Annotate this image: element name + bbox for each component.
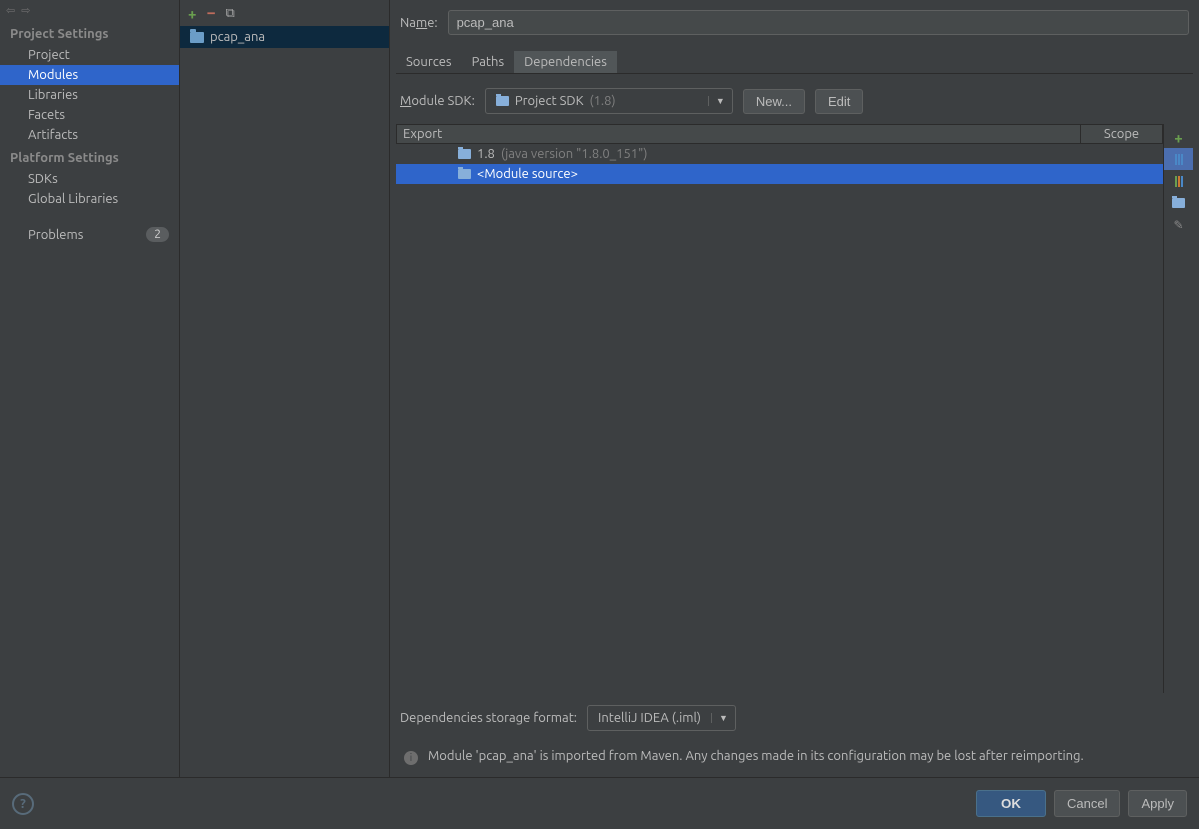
tab-sources[interactable]: Sources: [396, 51, 462, 73]
table-row[interactable]: <Module source>: [396, 164, 1163, 184]
sidebar-item-libraries[interactable]: Libraries: [0, 85, 179, 105]
side-buttons: + ✎: [1163, 124, 1193, 693]
chevron-down-icon: ▼: [711, 713, 735, 723]
apply-button[interactable]: Apply: [1128, 790, 1187, 817]
storage-row: Dependencies storage format: IntelliJ ID…: [396, 693, 1193, 743]
side-tool-3[interactable]: [1164, 192, 1193, 214]
remove-module-icon[interactable]: −: [206, 4, 215, 22]
detail-panel: Name: Sources Paths Dependencies Module …: [390, 0, 1199, 777]
platform-settings-header: Platform Settings: [0, 145, 179, 169]
table-row[interactable]: 1.8 (java version "1.8.0_151"): [396, 144, 1163, 164]
nav-arrows: ⇦ ⇨: [0, 0, 179, 21]
problems-label: Problems: [28, 228, 83, 242]
table-header: Export Scope: [396, 124, 1163, 144]
module-item-pcap-ana[interactable]: pcap_ana: [180, 26, 389, 48]
module-folder-icon: [190, 32, 204, 43]
sidebar-left: ⇦ ⇨ Project Settings Project Modules Lib…: [0, 0, 180, 777]
tab-dependencies[interactable]: Dependencies: [514, 51, 617, 73]
edit-dependency-button[interactable]: ✎: [1164, 214, 1193, 236]
module-item-label: pcap_ana: [210, 30, 265, 44]
side-tool-2[interactable]: [1164, 170, 1193, 192]
dependencies-table: Export Scope 1.8 (java version "1.8.0_15…: [396, 124, 1163, 693]
sdk-row: Module SDK: Project SDK (1.8) ▼ New... E…: [396, 74, 1193, 124]
sidebar-item-project[interactable]: Project: [0, 45, 179, 65]
info-icon: i: [404, 751, 418, 765]
info-text: Module 'pcap_ana' is imported from Maven…: [428, 747, 1084, 765]
new-sdk-button[interactable]: New...: [743, 89, 805, 114]
sdk-row-icon: [458, 149, 471, 159]
project-settings-header: Project Settings: [0, 21, 179, 45]
sidebar-item-modules[interactable]: Modules: [0, 65, 179, 85]
cancel-button[interactable]: Cancel: [1054, 790, 1120, 817]
module-source-icon: [458, 169, 471, 179]
module-sdk-combo[interactable]: Project SDK (1.8) ▼: [485, 88, 733, 114]
add-dependency-button[interactable]: +: [1164, 126, 1193, 148]
tab-paths[interactable]: Paths: [462, 51, 515, 73]
module-toolbar: + − ⧉: [180, 0, 389, 26]
nav-back-icon[interactable]: ⇦: [6, 4, 15, 17]
dep-name: 1.8: [477, 147, 495, 161]
col-scope-header[interactable]: Scope: [1081, 125, 1162, 143]
sidebar-item-sdks[interactable]: SDKs: [0, 169, 179, 189]
storage-label: Dependencies storage format:: [400, 711, 577, 725]
sdk-version: (1.8): [590, 94, 616, 108]
dependencies-area: Export Scope 1.8 (java version "1.8.0_15…: [396, 124, 1193, 693]
bottom-buttons: OK Cancel Apply: [976, 790, 1187, 817]
table-body: 1.8 (java version "1.8.0_151") <Module s…: [396, 144, 1163, 693]
sdk-folder-icon: [496, 96, 509, 106]
name-label: Name:: [400, 16, 438, 30]
col-export-header[interactable]: Export: [397, 125, 1081, 143]
sidebar-item-global-libraries[interactable]: Global Libraries: [0, 189, 179, 209]
ok-button[interactable]: OK: [976, 790, 1046, 817]
nav-forward-icon[interactable]: ⇨: [21, 4, 30, 17]
bottom-bar: ? OK Cancel Apply: [0, 777, 1199, 829]
module-list: + − ⧉ pcap_ana: [180, 0, 390, 777]
problems-count-badge: 2: [146, 227, 169, 242]
add-module-icon[interactable]: +: [188, 5, 196, 22]
sidebar-item-problems[interactable]: Problems 2: [0, 221, 179, 245]
main-area: ⇦ ⇨ Project Settings Project Modules Lib…: [0, 0, 1199, 777]
storage-value: IntelliJ IDEA (.iml): [598, 711, 701, 725]
dep-name: <Module source>: [477, 167, 578, 181]
name-row: Name:: [396, 4, 1193, 41]
sidebar-item-artifacts[interactable]: Artifacts: [0, 125, 179, 145]
help-button[interactable]: ?: [12, 793, 34, 815]
dep-extra: (java version "1.8.0_151"): [501, 147, 648, 161]
edit-sdk-button[interactable]: Edit: [815, 89, 863, 114]
chevron-down-icon: ▼: [708, 96, 732, 106]
storage-format-combo[interactable]: IntelliJ IDEA (.iml) ▼: [587, 705, 736, 731]
sidebar-item-facets[interactable]: Facets: [0, 105, 179, 125]
module-name-input[interactable]: [448, 10, 1189, 35]
folder-icon: [1172, 198, 1185, 208]
side-tool-1[interactable]: [1164, 148, 1193, 170]
copy-module-icon[interactable]: ⧉: [226, 6, 235, 21]
module-sdk-label: Module SDK:: [400, 94, 475, 108]
sdk-value: Project SDK: [515, 94, 584, 108]
tabs-row: Sources Paths Dependencies: [396, 51, 1193, 74]
info-row: i Module 'pcap_ana' is imported from Mav…: [396, 743, 1193, 777]
